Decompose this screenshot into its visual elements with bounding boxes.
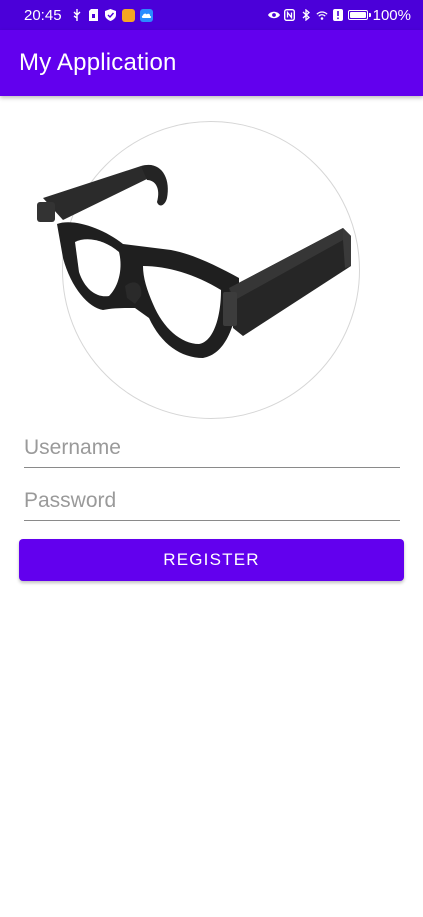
- cloud-app-icon: [139, 8, 153, 22]
- register-button[interactable]: REGISTER: [19, 539, 404, 581]
- app-title: My Application: [19, 49, 177, 76]
- eye-icon: [267, 9, 280, 21]
- status-bar-right: 100%: [267, 6, 411, 24]
- shield-icon: [105, 9, 117, 21]
- username-input[interactable]: [24, 432, 400, 468]
- battery-percent: 100%: [372, 6, 411, 24]
- battery-icon: [347, 10, 371, 20]
- app-screen: 20:45 100% My Application Username REGIS…: [0, 0, 423, 917]
- wifi-icon: [316, 9, 328, 21]
- password-input[interactable]: [24, 485, 400, 521]
- status-bar-left: 20:45: [24, 7, 153, 24]
- battery-level-fill: [349, 12, 366, 18]
- bluetooth-icon: [300, 9, 312, 21]
- alert-icon: [332, 9, 344, 21]
- smart-glasses-image: [37, 121, 360, 419]
- smart-glasses-icon: [37, 164, 351, 358]
- notification-app-icon: [121, 8, 135, 22]
- usb-icon: [71, 9, 83, 21]
- status-time: 20:45: [24, 6, 62, 24]
- nfc-icon: [284, 9, 296, 21]
- app-bar: My Application: [0, 30, 423, 96]
- sim-card-icon: [88, 9, 100, 21]
- status-bar: 20:45 100%: [0, 0, 423, 30]
